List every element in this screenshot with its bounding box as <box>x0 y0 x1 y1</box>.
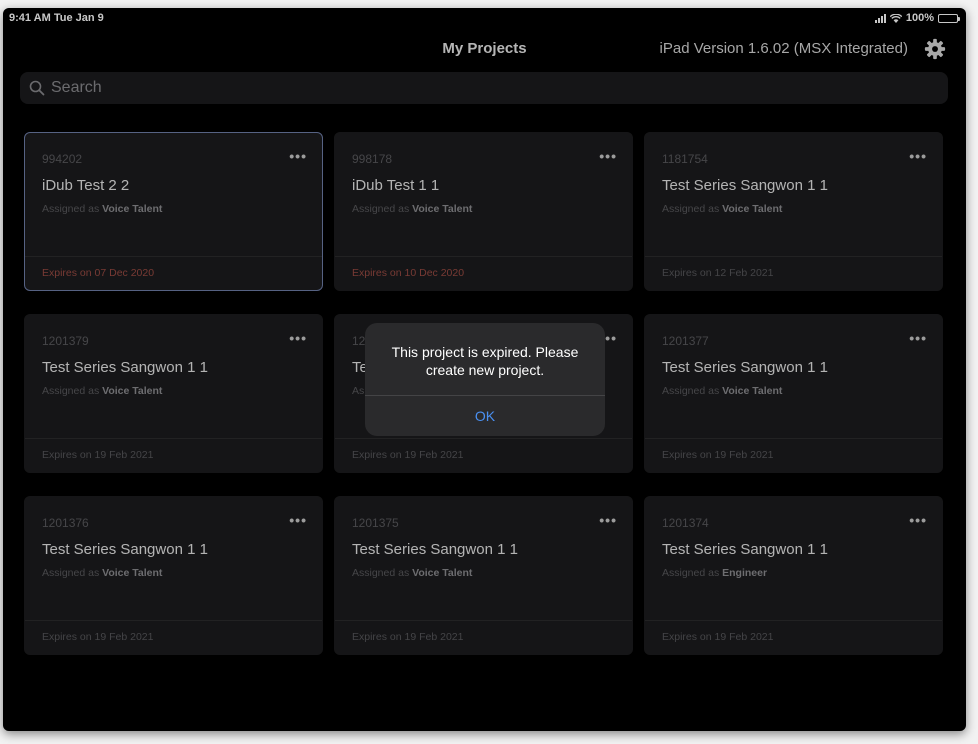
expired-alert-dialog: This project is expired. Please create n… <box>365 323 605 436</box>
ipad-screen: 9:41 AM Tue Jan 9 100% My Projects iPad … <box>3 8 966 731</box>
ok-button[interactable]: OK <box>365 396 605 436</box>
alert-message: This project is expired. Please create n… <box>391 344 579 378</box>
